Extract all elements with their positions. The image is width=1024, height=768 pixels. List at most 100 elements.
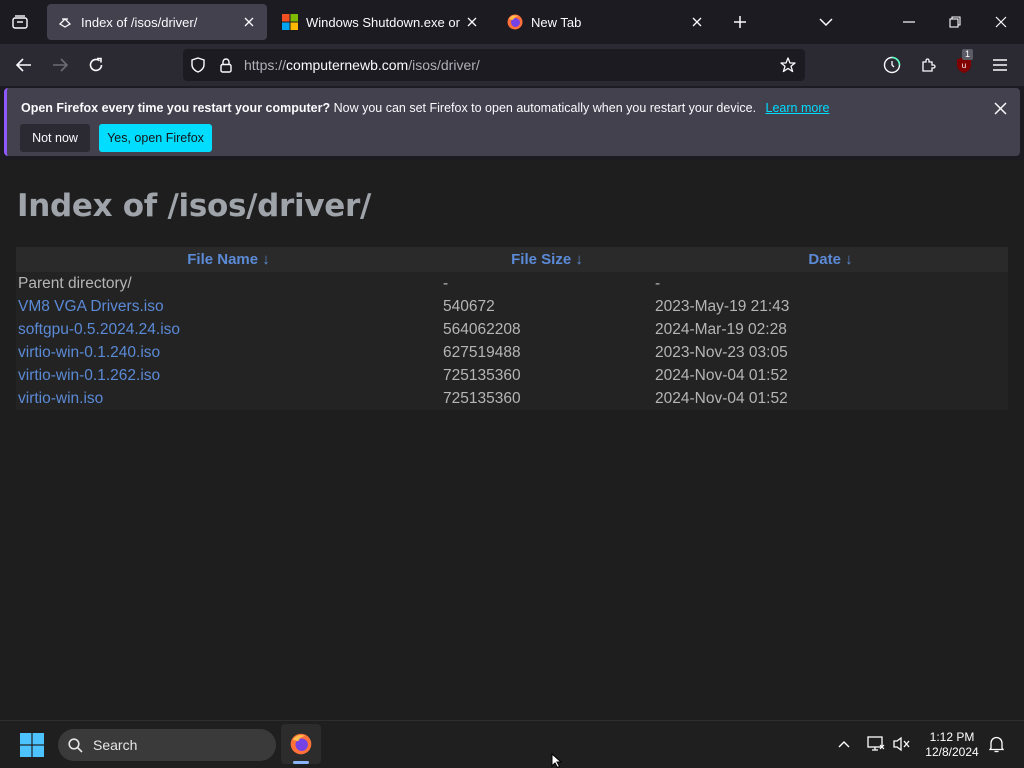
- column-file-name[interactable]: File Name ↓: [16, 247, 441, 272]
- list-all-tabs-chevron-icon[interactable]: [814, 10, 838, 34]
- date-cell: 2023-Nov-23 03:05: [653, 341, 1008, 364]
- parent-directory-link[interactable]: Parent directory/: [18, 275, 132, 292]
- file-link[interactable]: virtio-win-0.1.262.iso: [18, 367, 160, 384]
- url-text[interactable]: https://computernewb.com/isos/driver/: [244, 57, 480, 73]
- back-arrow-icon[interactable]: [12, 53, 36, 77]
- close-tab-icon[interactable]: [237, 10, 261, 34]
- file-size-cell: 540672: [441, 295, 653, 318]
- show-hidden-icons-chevron-icon[interactable]: [834, 734, 854, 754]
- forward-arrow-icon[interactable]: [48, 53, 72, 77]
- running-indicator: [293, 761, 309, 764]
- learn-more-link[interactable]: Learn more: [766, 101, 830, 115]
- mouse-cursor-icon: [551, 753, 563, 768]
- file-size-cell: 725135360: [441, 387, 653, 410]
- page-content: Index of /isos/driver/ File Name ↓ File …: [0, 160, 1024, 720]
- extension-badge: 1: [962, 49, 974, 60]
- search-label: Search: [93, 737, 138, 753]
- column-label[interactable]: File Name ↓: [187, 251, 270, 268]
- taskbar-search-box[interactable]: Search: [58, 729, 276, 761]
- file-name-cell: VM8 VGA Drivers.iso: [16, 295, 441, 318]
- reload-icon[interactable]: [84, 53, 108, 77]
- close-window-icon[interactable]: [988, 10, 1014, 34]
- navigation-toolbar: https://computernewb.com/isos/driver/ u …: [0, 44, 1024, 86]
- ublock-origin-icon[interactable]: u 1: [952, 49, 976, 77]
- file-size-cell: 725135360: [441, 364, 653, 387]
- search-icon: [67, 737, 83, 753]
- restore-window-icon[interactable]: [942, 10, 968, 34]
- table-row: virtio-win-0.1.262.iso 725135360 2024-No…: [16, 364, 1008, 387]
- clock-time: 1:12 PM: [929, 730, 975, 744]
- column-label[interactable]: File Size ↓: [511, 251, 583, 268]
- file-size-cell: 627519488: [441, 341, 653, 364]
- date-cell: -: [653, 272, 1008, 295]
- tab-title: Windows Shutdown.exe or shut: [306, 14, 460, 30]
- folder-drive-icon: [57, 14, 73, 30]
- file-name-cell: softgpu-0.5.2024.24.iso: [16, 318, 441, 341]
- windows-logo-icon: [282, 14, 298, 30]
- file-listing-table: File Name ↓ File Size ↓ Date ↓ Parent di…: [16, 247, 1008, 410]
- tab-title: Index of /isos/driver/: [81, 14, 198, 30]
- column-file-size[interactable]: File Size ↓: [441, 247, 653, 272]
- notification-bell-icon[interactable]: [986, 734, 1006, 754]
- url-bar[interactable]: https://computernewb.com/isos/driver/: [183, 49, 805, 81]
- page-title: Index of /isos/driver/: [17, 188, 372, 224]
- minimize-icon[interactable]: [896, 10, 922, 34]
- bookmark-star-icon[interactable]: [779, 56, 797, 74]
- date-cell: 2024-Nov-04 01:52: [653, 387, 1008, 410]
- table-row: softgpu-0.5.2024.24.iso 564062208 2024-M…: [16, 318, 1008, 341]
- hamburger-menu-icon[interactable]: [988, 53, 1012, 77]
- taskbar-firefox-app[interactable]: [281, 724, 321, 764]
- new-tab-plus-icon[interactable]: [728, 10, 752, 34]
- file-link[interactable]: virtio-win.iso: [18, 390, 103, 407]
- volume-muted-icon[interactable]: [892, 734, 912, 754]
- yes-open-firefox-button[interactable]: Yes, open Firefox: [99, 124, 212, 152]
- clock-date: 12/8/2024: [925, 745, 979, 759]
- notification-bar: Open Firefox every time you restart your…: [4, 88, 1020, 156]
- windows-start-icon[interactable]: [16, 730, 48, 760]
- table-row: Parent directory/ - -: [16, 272, 1008, 295]
- clock[interactable]: 1:12 PM 12/8/2024: [916, 730, 988, 760]
- file-name-cell: virtio-win-0.1.262.iso: [16, 364, 441, 387]
- svg-text:u: u: [962, 61, 966, 70]
- table-row: virtio-win-0.1.240.iso 627519488 2023-No…: [16, 341, 1008, 364]
- firefox-account-sync-icon[interactable]: [880, 53, 904, 77]
- tab-bar: Index of /isos/driver/ Windows Shutdown.…: [0, 0, 1024, 44]
- file-size-cell: 564062208: [441, 318, 653, 341]
- tab-title: New Tab: [531, 14, 582, 30]
- firefox-view-icon[interactable]: [8, 11, 32, 33]
- notification-text: Now you can set Firefox to open automati…: [333, 101, 757, 115]
- file-name-cell: virtio-win-0.1.240.iso: [16, 341, 441, 364]
- notification-title: Open Firefox every time you restart your…: [21, 101, 331, 115]
- network-icon[interactable]: [866, 734, 886, 754]
- not-now-button[interactable]: Not now: [20, 124, 90, 152]
- date-cell: 2024-Mar-19 02:28: [653, 318, 1008, 341]
- column-date[interactable]: Date ↓: [653, 247, 1008, 272]
- table-header-row: File Name ↓ File Size ↓ Date ↓: [16, 247, 1008, 272]
- extensions-puzzle-icon[interactable]: [916, 53, 940, 77]
- file-name-cell: virtio-win.iso: [16, 387, 441, 410]
- taskbar: Search 1:12 PM 12/8/2024: [0, 720, 1024, 768]
- url-path: /isos/driver/: [408, 57, 480, 73]
- url-scheme: https://: [244, 57, 287, 73]
- date-cell: 2023-May-19 21:43: [653, 295, 1008, 318]
- firefox-logo-icon: [289, 732, 313, 756]
- tab-windows-shutdown[interactable]: Windows Shutdown.exe or shut: [272, 4, 490, 40]
- tab-index-driver[interactable]: Index of /isos/driver/: [47, 4, 267, 40]
- firefox-logo-icon: [507, 14, 523, 30]
- table-row: VM8 VGA Drivers.iso 540672 2023-May-19 2…: [16, 295, 1008, 318]
- close-notification-icon[interactable]: [989, 97, 1011, 119]
- tracking-protection-shield-icon[interactable]: [189, 56, 207, 74]
- close-tab-icon[interactable]: [460, 10, 484, 34]
- notification-message: Open Firefox every time you restart your…: [21, 101, 829, 115]
- file-name-cell[interactable]: Parent directory/: [16, 272, 441, 295]
- url-host: computernewb.com: [286, 57, 409, 73]
- file-link[interactable]: softgpu-0.5.2024.24.iso: [18, 321, 180, 338]
- close-tab-icon[interactable]: [685, 10, 709, 34]
- lock-icon[interactable]: [217, 56, 235, 74]
- file-size-cell: -: [441, 272, 653, 295]
- tab-new-tab[interactable]: New Tab: [497, 4, 715, 40]
- file-link[interactable]: virtio-win-0.1.240.iso: [18, 344, 160, 361]
- file-link[interactable]: VM8 VGA Drivers.iso: [18, 298, 164, 315]
- column-label[interactable]: Date ↓: [808, 251, 852, 268]
- table-row: virtio-win.iso 725135360 2024-Nov-04 01:…: [16, 387, 1008, 410]
